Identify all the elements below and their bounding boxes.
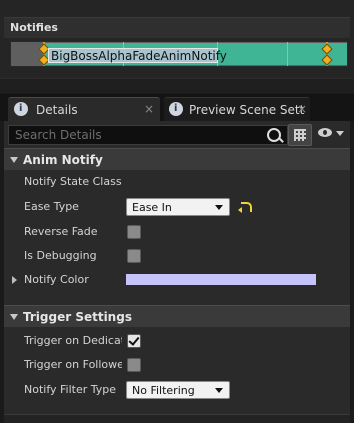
property-label: Notify State Class	[24, 175, 122, 188]
trigger-on-dedicated-checkbox[interactable]	[127, 334, 141, 348]
property-reverse-fade: Reverse Fade	[4, 220, 350, 244]
notify-begin-marker[interactable]	[38, 42, 50, 66]
chevron-down-icon	[10, 157, 18, 163]
notifies-panel: Notifies BigBossAlphaFadeAnimNotify	[0, 0, 354, 93]
track-tick	[287, 42, 288, 66]
notify-end-marker[interactable]	[321, 42, 333, 66]
category-trigger-settings[interactable]: Trigger Settings	[4, 305, 350, 327]
eye-pupil	[323, 130, 327, 135]
category-title: Anim Notify	[23, 153, 103, 167]
notify-track[interactable]: BigBossAlphaFadeAnimNotify	[10, 41, 348, 67]
tab-preview-label: Preview Scene Sett	[189, 103, 305, 117]
category-anim-notify[interactable]: Anim Notify	[4, 148, 350, 170]
notify-filter-type-dropdown[interactable]: No Filtering	[126, 381, 230, 399]
dropdown-value: Ease In	[132, 201, 172, 214]
chevron-down-icon	[215, 205, 223, 210]
is-debugging-checkbox[interactable]	[127, 249, 141, 263]
chevron-down-icon	[10, 314, 18, 320]
reverse-fade-checkbox[interactable]	[127, 225, 141, 239]
property-trigger-on-dedicated: Trigger on Dedicate	[4, 329, 350, 353]
property-notify-state-class: Notify State Class	[4, 170, 350, 194]
tab-details-label: Details	[36, 103, 78, 117]
chevron-down-icon	[215, 388, 223, 393]
category-title: Trigger Settings	[23, 310, 132, 324]
trigger-on-follower-checkbox[interactable]	[127, 358, 141, 372]
notifies-footer	[0, 78, 354, 93]
property-label: Ease Type	[24, 200, 79, 213]
property-matrix-button[interactable]	[288, 124, 312, 146]
chevron-right-icon[interactable]	[12, 276, 17, 284]
grid-icon	[294, 129, 306, 141]
checkmark-icon	[128, 334, 140, 346]
notifies-header: Notifies	[4, 17, 350, 38]
notify-color-swatch[interactable]	[126, 274, 316, 285]
property-is-debugging: Is Debugging	[4, 244, 350, 268]
close-icon[interactable]: ×	[144, 102, 154, 116]
property-ease-type: Ease Type Ease In	[4, 195, 350, 219]
search-input[interactable]	[9, 126, 259, 144]
tab-details[interactable]: i Details ×	[8, 97, 160, 121]
close-icon[interactable]: ×	[297, 102, 307, 116]
reset-to-default-icon[interactable]	[238, 201, 252, 213]
property-notify-color: Notify Color	[4, 268, 350, 292]
dropdown-value: No Filtering	[132, 384, 195, 397]
property-trigger-on-follower: Trigger on Follower	[4, 353, 350, 377]
details-panel: Anim Notify Notify State Class Ease Type…	[4, 121, 350, 423]
property-label: Trigger on Dedicate	[24, 334, 122, 347]
info-icon: i	[14, 102, 28, 116]
notifies-title: Notifies	[10, 21, 58, 34]
chevron-down-icon[interactable]	[336, 131, 344, 136]
info-icon: i	[169, 102, 183, 116]
tab-bar: i Details × i Preview Scene Sett ×	[0, 94, 354, 121]
property-label: Trigger on Follower	[24, 358, 122, 371]
property-label: Is Debugging	[24, 249, 97, 262]
property-notify-filter-type: Notify Filter Type No Filtering	[4, 378, 350, 402]
notify-name-label[interactable]: BigBossAlphaFadeAnimNotify	[48, 48, 227, 63]
property-label: Reverse Fade	[24, 225, 98, 238]
search-icon-handle	[278, 137, 284, 143]
tab-preview-scene-settings[interactable]: i Preview Scene Sett ×	[164, 97, 310, 121]
search-box	[8, 125, 288, 145]
property-label: Notify Filter Type	[24, 383, 117, 396]
property-label: Notify Color	[24, 273, 89, 286]
ease-type-dropdown[interactable]: Ease In	[126, 198, 230, 216]
